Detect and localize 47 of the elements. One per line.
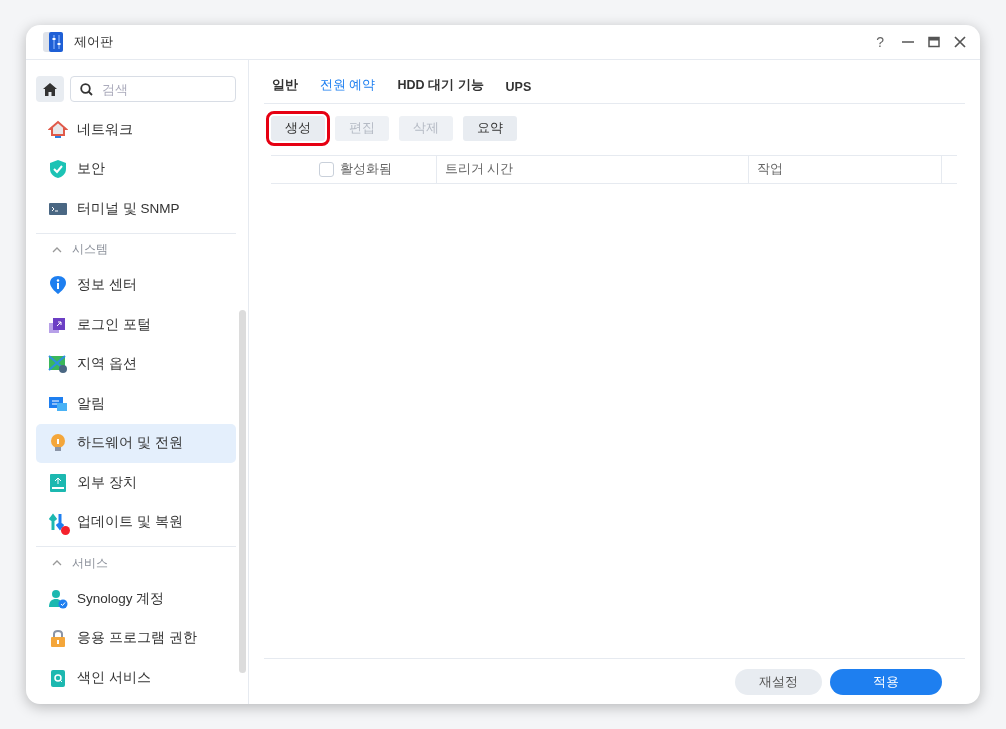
item-icon xyxy=(48,667,68,688)
search-field[interactable]: 검색 xyxy=(70,76,236,102)
tab[interactable]: 전원 예약 xyxy=(320,77,376,103)
section-header: 서비스 xyxy=(72,554,108,572)
item-icon xyxy=(48,119,68,140)
chevron-up-icon[interactable] xyxy=(52,246,62,253)
help-button[interactable]: ? xyxy=(876,34,884,50)
tab[interactable]: HDD 대기 기능 xyxy=(397,77,484,103)
column-header[interactable]: 트리거 시간 xyxy=(445,161,514,178)
home-icon xyxy=(43,82,57,96)
tab[interactable]: UPS xyxy=(505,80,532,103)
item-icon xyxy=(48,354,68,375)
sidebar-item[interactable]: 터미널 및 SNMP xyxy=(36,189,236,229)
window-title: 제어판 xyxy=(74,33,114,51)
item-icon xyxy=(48,433,68,454)
sidebar-item[interactable]: 지역 옵션 xyxy=(36,344,236,384)
close-icon[interactable] xyxy=(954,36,966,48)
column-header[interactable]: 활성화됨 xyxy=(340,161,392,178)
sidebar-item[interactable]: 색인 서비스 xyxy=(36,658,236,698)
column-header[interactable]: 작업 xyxy=(757,161,783,178)
search-icon xyxy=(80,83,93,96)
sidebar-item[interactable]: 정보 센터 xyxy=(36,265,236,305)
maximize-icon[interactable] xyxy=(928,36,940,48)
reset-button[interactable]: 재설정 xyxy=(735,668,822,695)
select-all-checkbox[interactable] xyxy=(319,162,334,177)
sidebar-item[interactable]: 알림 xyxy=(36,384,236,424)
sidebar-item[interactable]: 보안 xyxy=(36,149,236,189)
item-icon xyxy=(48,472,68,493)
apply-button[interactable]: 적용 xyxy=(830,668,942,695)
item-icon xyxy=(48,588,68,609)
toolbar-button[interactable]: 요약 xyxy=(463,116,517,141)
home-button[interactable] xyxy=(36,76,64,102)
item-icon xyxy=(48,275,68,296)
tab[interactable]: 일반 xyxy=(272,77,298,103)
sidebar-item[interactable]: Synology 계정 xyxy=(36,579,236,619)
item-icon xyxy=(48,628,68,649)
chevron-up-icon[interactable] xyxy=(52,560,62,566)
item-icon xyxy=(48,159,68,180)
sidebar-item[interactable]: 업데이트 및 복원 xyxy=(36,502,236,542)
scrollbar[interactable] xyxy=(239,310,246,673)
section-header: 시스템 xyxy=(72,241,108,258)
sidebar-item[interactable]: 외부 장치 xyxy=(36,463,236,503)
sidebar-item[interactable]: 네트워크 xyxy=(36,110,236,150)
sidebar-item[interactable]: 응용 프로그램 권한 xyxy=(36,618,236,658)
control-panel-icon xyxy=(42,31,64,53)
sidebar-item[interactable]: 로그인 포털 xyxy=(36,305,236,345)
sidebar-item[interactable]: 하드웨어 및 전원 xyxy=(36,423,236,463)
